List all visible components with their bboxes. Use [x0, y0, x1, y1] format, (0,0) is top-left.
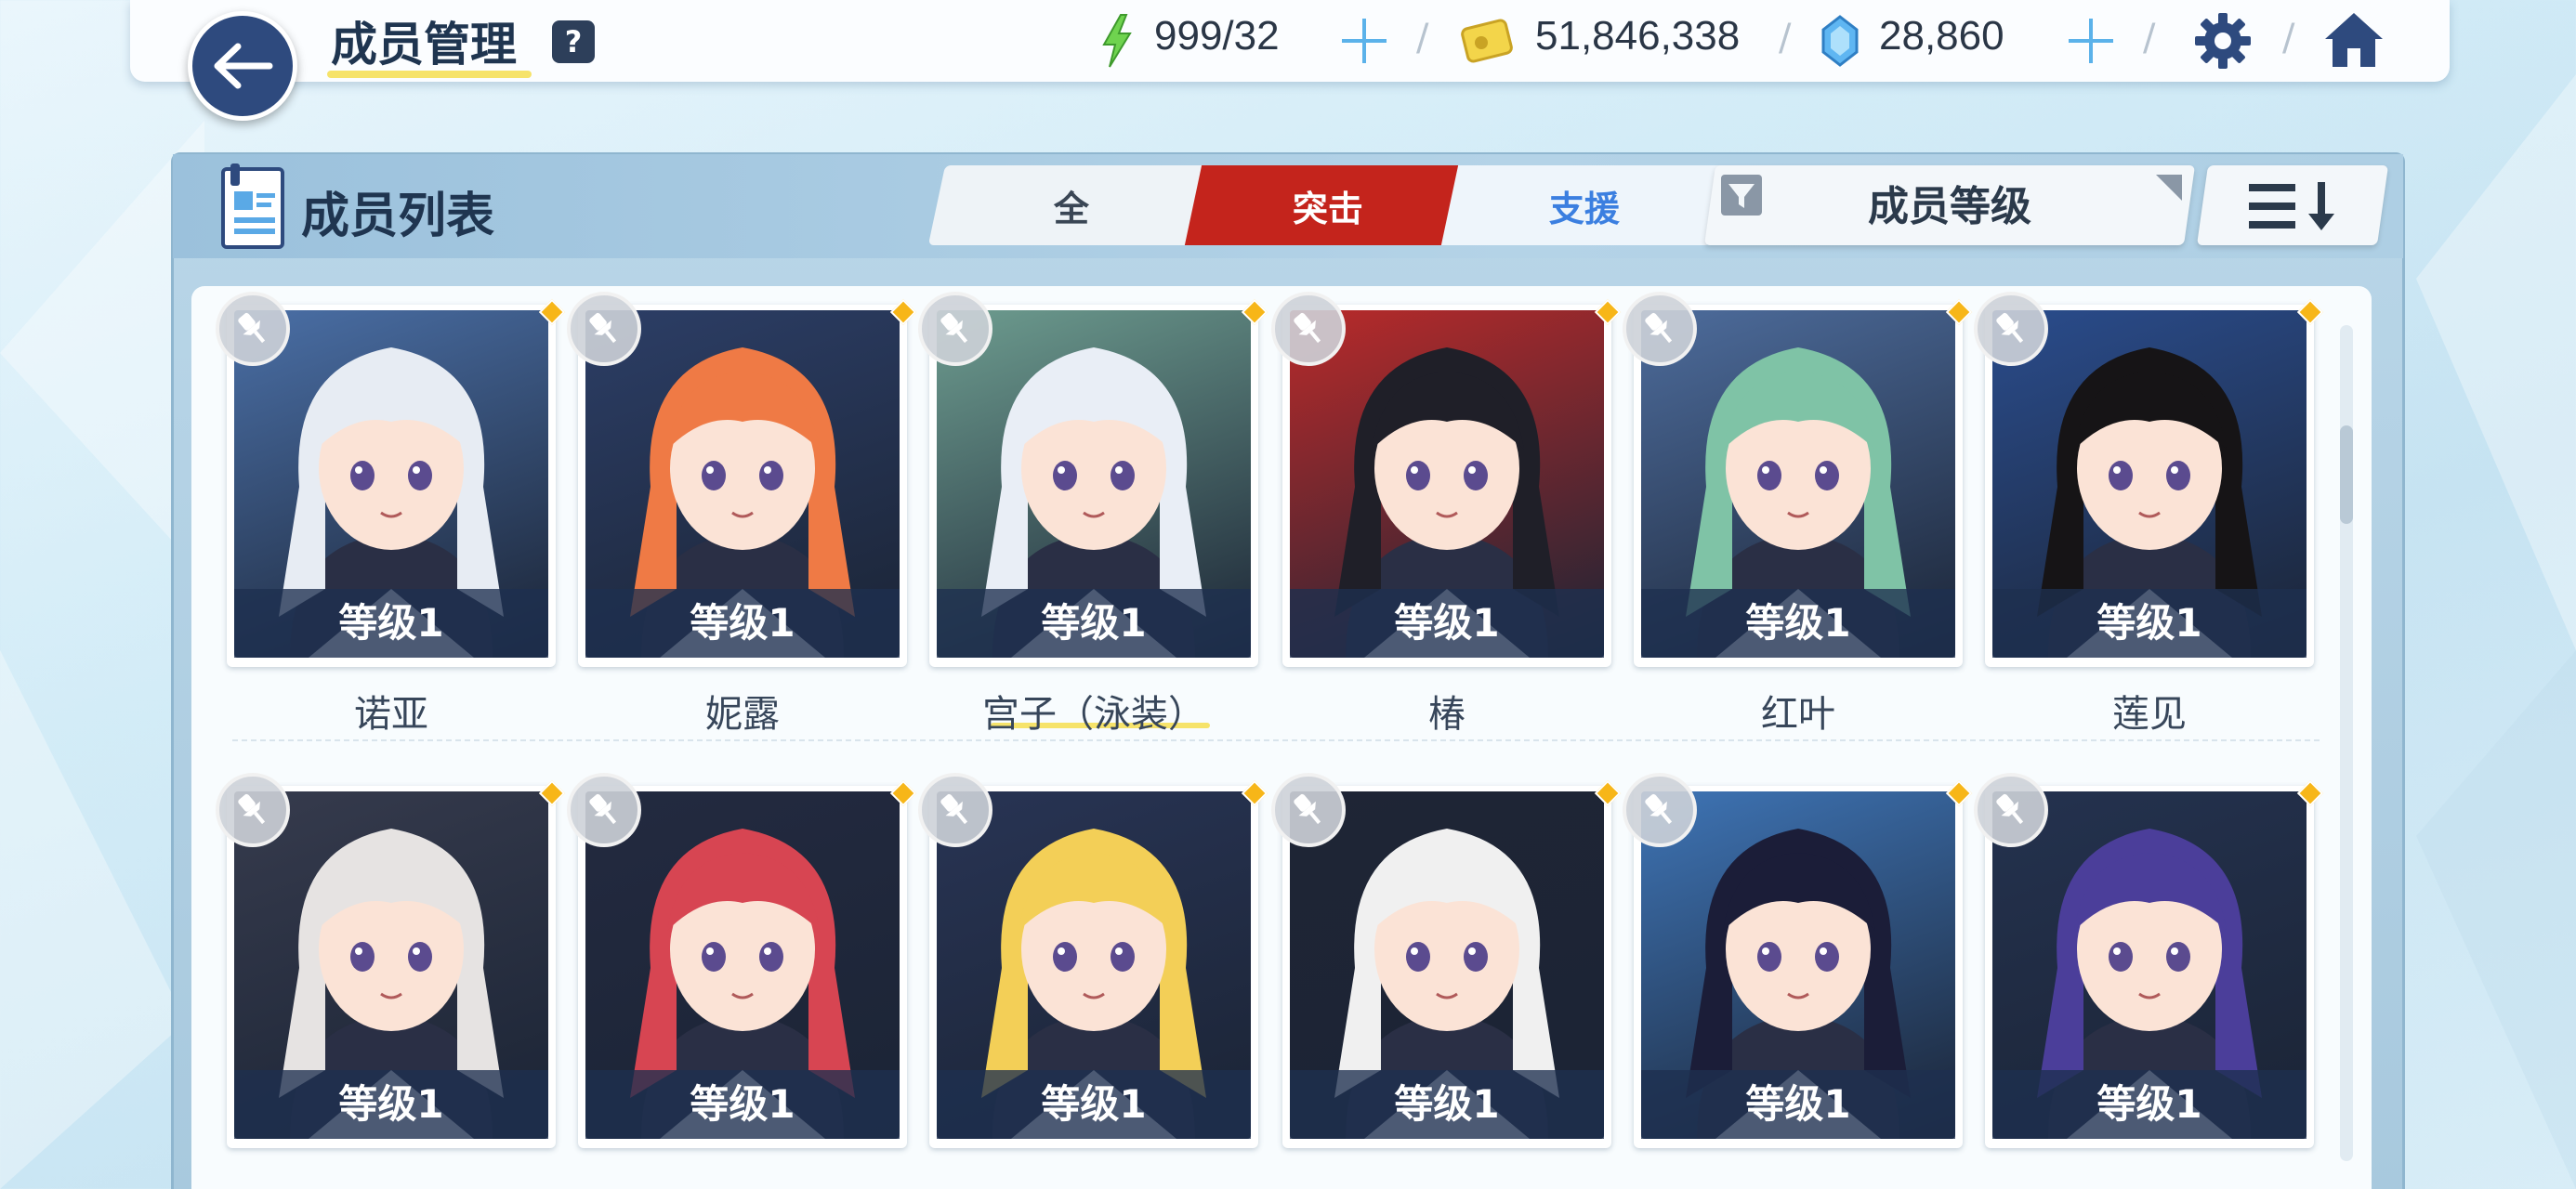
divider: /: [1416, 17, 1429, 59]
level-label: 等级1: [585, 1070, 900, 1139]
gems-value: 28,860: [1879, 13, 2004, 59]
pin-favorite-button[interactable]: [1974, 773, 2048, 847]
student-card[interactable]: 等级1: [929, 786, 1258, 1148]
home-icon[interactable]: [2321, 9, 2386, 71]
divider: /: [2282, 17, 2295, 59]
tab-support-label: 支援: [1548, 188, 1620, 229]
level-label: 等级1: [937, 589, 1251, 658]
tab-all[interactable]: 全: [927, 165, 1216, 245]
pin-icon: [589, 793, 617, 825]
pin-favorite-button[interactable]: [567, 292, 641, 366]
pin-favorite-button[interactable]: [1271, 773, 1346, 847]
sort-field-label: 成员等级: [1868, 183, 2031, 230]
student-card[interactable]: 等级1: [1634, 786, 1963, 1148]
pin-favorite-button[interactable]: [918, 292, 992, 366]
pin-icon: [1294, 312, 1321, 344]
student-card[interactable]: 等级1: [578, 305, 907, 667]
pin-icon: [940, 312, 968, 344]
pin-favorite-button[interactable]: [216, 292, 290, 366]
back-button[interactable]: [188, 11, 297, 121]
level-label: 等级1: [1641, 1070, 1955, 1139]
pin-icon: [589, 312, 617, 344]
divider: /: [1779, 17, 1792, 59]
list-title: 成员列表: [301, 189, 495, 244]
pin-favorite-button[interactable]: [1623, 292, 1697, 366]
pin-favorite-button[interactable]: [918, 773, 992, 847]
level-label: 等级1: [234, 589, 548, 658]
pin-icon: [1996, 793, 2024, 825]
student-name: 红叶: [1761, 693, 1835, 736]
add-ap-button[interactable]: [1338, 15, 1390, 67]
tab-all-label: 全: [1053, 188, 1089, 229]
student-card[interactable]: 等级1: [227, 305, 556, 667]
level-label: 等级1: [585, 589, 900, 658]
level-label: 等级1: [1992, 1070, 2307, 1139]
member-list-icon: [221, 163, 284, 249]
student-card[interactable]: 等级1: [1985, 786, 2314, 1148]
student-card[interactable]: 等级1: [1985, 305, 2314, 667]
pin-icon: [1996, 312, 2024, 344]
student-name: 妮露: [705, 693, 780, 736]
row-divider: [232, 739, 2320, 741]
scrollbar-thumb[interactable]: [2340, 425, 2353, 524]
gem-icon: [1821, 15, 1859, 67]
level-label: 等级1: [937, 1070, 1251, 1139]
pin-icon: [1645, 793, 1673, 825]
pin-favorite-button[interactable]: [1974, 292, 2048, 366]
add-gems-button[interactable]: [2065, 15, 2117, 67]
student-card[interactable]: 等级1: [227, 786, 556, 1148]
level-label: 等级1: [1641, 589, 1955, 658]
student-name: 椿: [1428, 693, 1465, 736]
credit-icon: [1461, 19, 1513, 63]
pin-favorite-button[interactable]: [1271, 292, 1346, 366]
ap-value: 999/32: [1154, 13, 1280, 59]
pin-icon: [1294, 793, 1321, 825]
student-card[interactable]: 等级1: [1282, 305, 1611, 667]
page-title: 成员管理: [331, 18, 517, 72]
pin-favorite-button[interactable]: [567, 773, 641, 847]
pin-icon: [238, 793, 266, 825]
arrow-left-icon: [214, 43, 273, 89]
gear-icon[interactable]: [2193, 11, 2253, 71]
level-label: 等级1: [234, 1070, 548, 1139]
credits-value: 51,846,338: [1535, 13, 1741, 59]
lightning-icon: [1102, 14, 1132, 68]
tab-strike[interactable]: 突击: [1184, 165, 1472, 245]
tab-strike-label: 突击: [1292, 188, 1363, 229]
tab-support[interactable]: 支援: [1440, 165, 1728, 245]
student-card[interactable]: 等级1: [1282, 786, 1611, 1148]
student-name: 诺亚: [354, 693, 428, 736]
level-label: 等级1: [1290, 589, 1604, 658]
pin-icon: [1645, 312, 1673, 344]
pin-favorite-button[interactable]: [216, 773, 290, 847]
student-card[interactable]: 等级1: [1634, 305, 1963, 667]
help-icon[interactable]: ?: [552, 20, 595, 63]
sort-order-icon: [2249, 182, 2334, 230]
pin-icon: [238, 312, 266, 344]
student-name: 莲见: [2112, 693, 2187, 736]
pin-icon: [940, 793, 968, 825]
student-name: 宫子（泳装）: [982, 693, 1205, 736]
level-label: 等级1: [1992, 589, 2307, 658]
divider: /: [2143, 17, 2156, 59]
level-label: 等级1: [1290, 1070, 1604, 1139]
student-card[interactable]: 等级1: [578, 786, 907, 1148]
student-card[interactable]: 等级1: [929, 305, 1258, 667]
pin-favorite-button[interactable]: [1623, 773, 1697, 847]
dropdown-corner-icon: [2156, 175, 2182, 201]
